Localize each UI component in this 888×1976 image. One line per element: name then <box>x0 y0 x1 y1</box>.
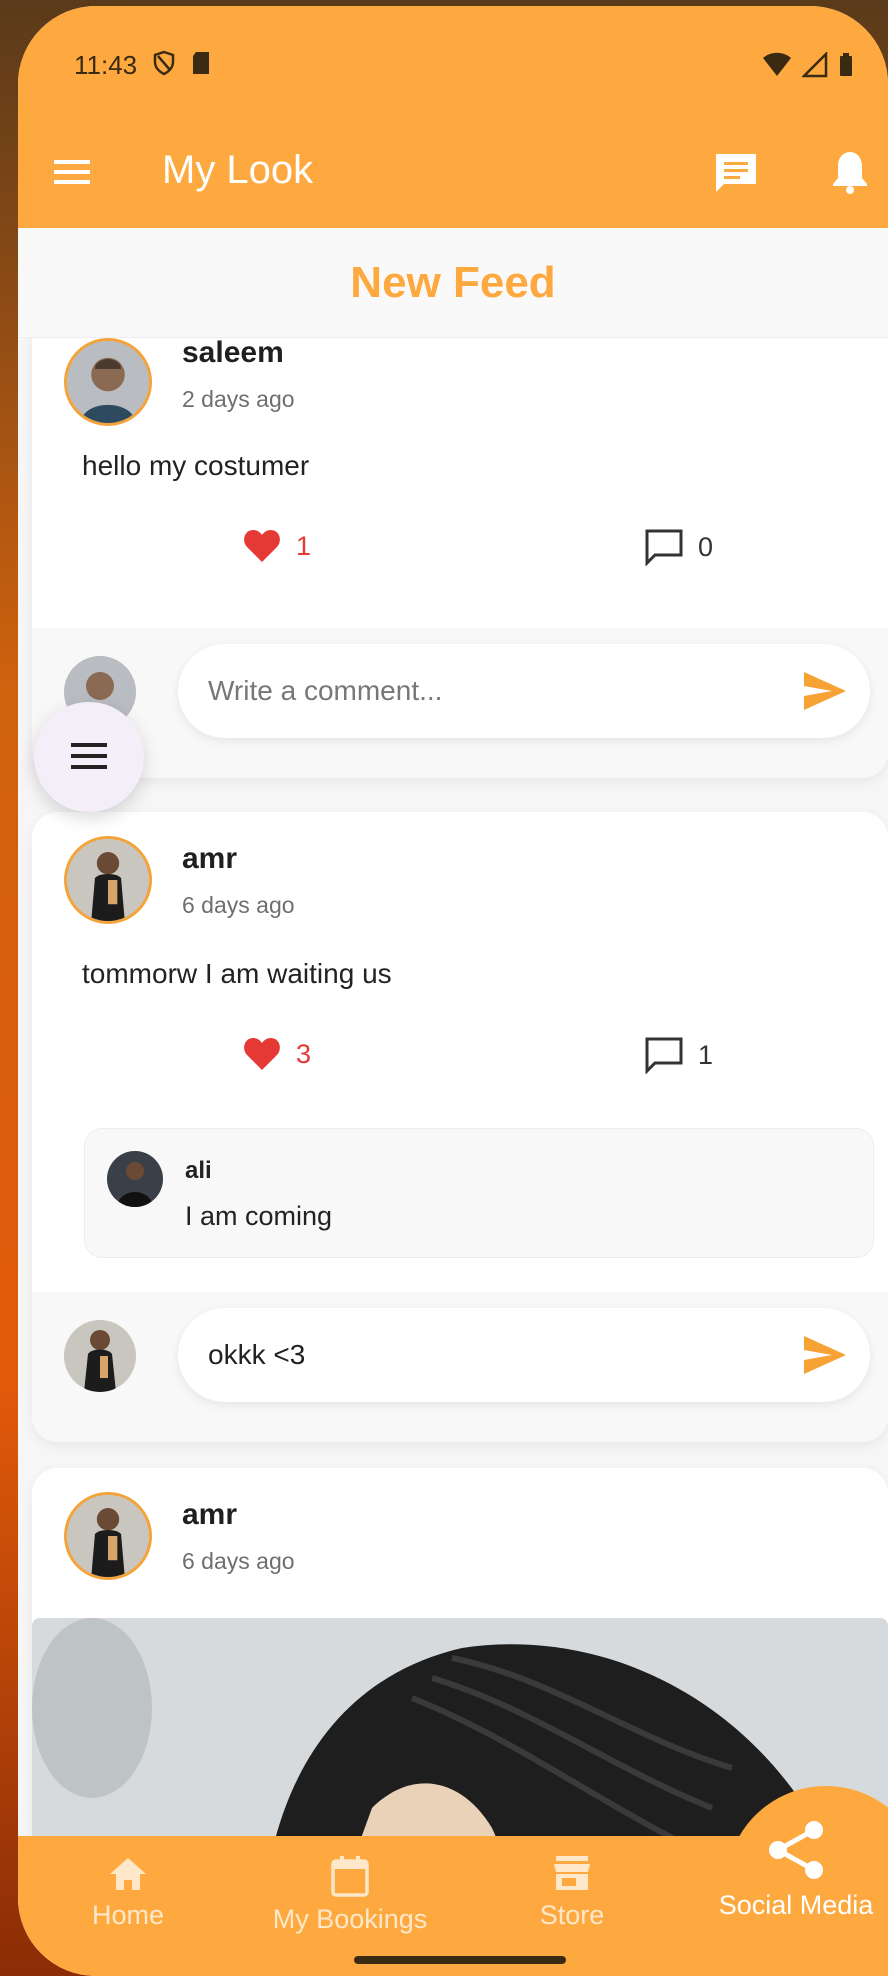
nav-label: Social Media <box>718 1890 874 1920</box>
send-icon[interactable] <box>800 666 850 716</box>
comment-icon <box>645 1037 683 1074</box>
send-icon[interactable] <box>800 1330 850 1380</box>
comment-area <box>32 1292 888 1442</box>
heart-icon <box>244 530 280 562</box>
floating-menu-button[interactable] <box>34 702 144 812</box>
like-button[interactable]: 1 <box>242 528 311 564</box>
like-count: 3 <box>296 1038 312 1069</box>
tab-title[interactable]: New Feed <box>350 258 555 308</box>
post-author[interactable]: saleem <box>182 338 284 370</box>
nav-home[interactable]: Home <box>28 1854 228 1931</box>
post-card: saleem 2 days ago hello my costumer 1 0 <box>32 338 888 778</box>
status-bar: 11:43 <box>18 6 888 116</box>
wifi-icon <box>763 52 791 76</box>
signal-icon <box>802 52 828 78</box>
share-icon <box>769 1821 823 1879</box>
menu-icon[interactable] <box>52 152 92 192</box>
home-icon <box>110 1858 146 1890</box>
store-icon <box>554 1856 590 1890</box>
post-time: 2 days ago <box>182 386 295 412</box>
comment-count: 0 <box>698 531 714 562</box>
comment-button[interactable]: 0 <box>644 528 713 566</box>
status-icons-right <box>762 52 854 78</box>
post-text: hello my costumer <box>82 450 310 481</box>
comment-input-box <box>178 1308 870 1402</box>
reply-text: I am coming <box>185 1201 333 1231</box>
comment-icon <box>645 529 683 566</box>
nav-label: Home <box>91 1900 165 1930</box>
vpn-shield-icon <box>153 50 175 76</box>
author-avatar[interactable] <box>64 836 152 924</box>
author-avatar[interactable] <box>64 1492 152 1580</box>
nav-label: Store <box>539 1900 605 1930</box>
comment-count: 1 <box>698 1039 714 1070</box>
home-indicator[interactable] <box>354 1956 566 1964</box>
post-text: tommorw I am waiting us <box>82 958 392 989</box>
like-count: 1 <box>296 530 312 561</box>
reply-item: ali I am coming <box>84 1128 874 1258</box>
post-time: 6 days ago <box>182 892 295 918</box>
comment-input[interactable] <box>208 666 768 716</box>
user-avatar <box>64 1320 136 1392</box>
nav-label: My Bookings <box>272 1904 428 1934</box>
battery-icon <box>840 53 852 76</box>
post-card: amr 6 days ago <box>32 1468 888 1838</box>
comment-area <box>32 628 888 778</box>
status-time: 11:43 <box>74 50 138 80</box>
app-title: My Look <box>162 148 314 192</box>
chat-icon[interactable] <box>712 150 760 198</box>
notification-bell-icon[interactable] <box>826 148 874 196</box>
calendar-icon <box>331 1856 369 1897</box>
comment-button[interactable]: 1 <box>644 1036 713 1074</box>
app-bar: My Look <box>18 116 888 228</box>
nav-my-bookings[interactable]: My Bookings <box>250 1854 450 1935</box>
heart-icon <box>244 1038 280 1070</box>
tab-header: New Feed <box>18 228 888 338</box>
nav-social-media[interactable]: Social Media <box>696 1818 888 1921</box>
comment-input-box <box>178 644 870 738</box>
comment-input[interactable] <box>208 1330 768 1380</box>
post-author[interactable]: amr <box>182 842 237 876</box>
sd-card-icon <box>193 52 209 74</box>
phone-screen: 11:43 My Look New Feed saleem 2 days ago… <box>18 6 888 1976</box>
reply-author[interactable]: ali <box>185 1157 212 1185</box>
feed[interactable]: saleem 2 days ago hello my costumer 1 0 <box>18 338 888 1838</box>
status-icons-left <box>152 50 212 76</box>
author-avatar[interactable] <box>64 338 152 426</box>
nav-store[interactable]: Store <box>472 1854 672 1931</box>
like-button[interactable]: 3 <box>242 1036 311 1072</box>
post-time: 6 days ago <box>182 1548 295 1574</box>
post-image[interactable] <box>32 1618 888 1838</box>
post-card: amr 6 days ago tommorw I am waiting us 3… <box>32 812 888 1442</box>
reply-avatar[interactable] <box>107 1151 163 1207</box>
menu-icon <box>71 743 107 769</box>
post-author[interactable]: amr <box>182 1498 237 1532</box>
